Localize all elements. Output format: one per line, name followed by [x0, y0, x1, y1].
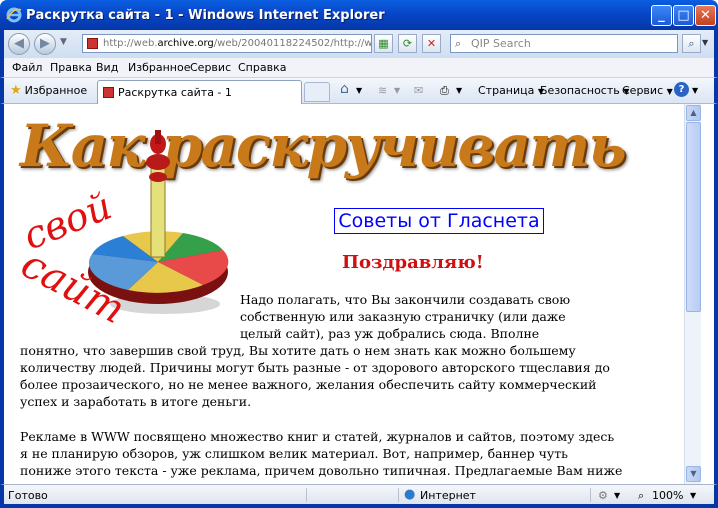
- paragraph-line: пониже этого текста - уже реклама, приче…: [20, 463, 623, 478]
- star-icon: ★: [10, 83, 22, 98]
- close-button[interactable]: ✕: [695, 5, 716, 26]
- address-toolbar: ◀ ▶ ▼ http://web.archive.org/web/2004011…: [0, 30, 718, 58]
- stop-button[interactable]: ✕: [422, 34, 441, 53]
- forward-button[interactable]: ▶: [34, 33, 56, 55]
- paragraph-line: количеству людей. Причины могут быть раз…: [20, 360, 610, 375]
- compatibility-button[interactable]: ▦: [374, 34, 393, 53]
- new-tab-button[interactable]: [304, 82, 330, 102]
- menu-view[interactable]: Вид: [96, 61, 118, 74]
- tools-dropdown-icon: ▼: [666, 87, 673, 96]
- scroll-down-arrow-icon[interactable]: ▼: [686, 466, 701, 482]
- home-dropdown-icon[interactable]: ▼: [356, 86, 362, 95]
- minimize-button[interactable]: _: [651, 5, 672, 26]
- address-prefix: http://web.: [103, 38, 158, 49]
- vertical-scrollbar[interactable]: ▲ ▼: [684, 104, 701, 484]
- glasnet-tips-link[interactable]: Советы от Гласнета: [334, 208, 544, 234]
- tab-title: Раскрутка сайта - 1: [118, 86, 232, 99]
- scroll-thumb[interactable]: [686, 122, 701, 312]
- paragraph-line: успех и заработать в итоге деньги.: [20, 394, 252, 409]
- paragraph-line: собственную или заказную страничку (или …: [240, 309, 566, 324]
- address-input[interactable]: http://web.archive.org/web/2004011822450…: [82, 34, 372, 53]
- menu-file[interactable]: Файл: [12, 61, 42, 74]
- help-icon[interactable]: ?: [674, 82, 689, 97]
- feeds-dropdown-icon[interactable]: ▼: [394, 86, 400, 95]
- paragraph-line: Надо полагать, что Вы закончили создават…: [240, 292, 571, 307]
- search-icon: ⌕: [455, 37, 462, 50]
- address-suffix: /web/20040118224502/http://www: [213, 38, 372, 49]
- menu-help[interactable]: Справка: [238, 61, 286, 74]
- menu-bar: Файл Правка Вид Избранное Сервис Справка: [0, 58, 718, 78]
- history-dropdown-icon[interactable]: ▼: [60, 37, 67, 47]
- menu-edit[interactable]: Правка: [50, 61, 92, 74]
- search-placeholder: QIP Search: [471, 37, 531, 50]
- forward-arrow-icon: ▶: [40, 36, 50, 51]
- safety-menu-label: Безопасность: [540, 84, 620, 97]
- search-input[interactable]: ⌕ QIP Search: [450, 34, 678, 53]
- scroll-up-arrow-icon[interactable]: ▲: [686, 105, 701, 121]
- status-divider: [590, 488, 591, 502]
- tools-menu-label: Сервис: [622, 84, 664, 97]
- help-dropdown-icon[interactable]: ▼: [692, 86, 698, 95]
- back-button[interactable]: ◀: [8, 33, 30, 55]
- command-bar: ★ Избранное Раскрутка сайта - 1 ⌂ ▼ ≋ ▼ ✉…: [0, 78, 718, 104]
- print-dropdown-icon[interactable]: ▼: [456, 86, 462, 95]
- tab-active[interactable]: Раскрутка сайта - 1: [97, 80, 302, 104]
- ie-logo-icon: [6, 7, 22, 23]
- favorites-button[interactable]: ★ Избранное: [10, 83, 87, 98]
- browser-viewport: Как раскручивать свой сайт Советы от Гла…: [0, 104, 718, 484]
- favorites-label: Избранное: [24, 84, 88, 97]
- maximize-button[interactable]: □: [673, 5, 694, 26]
- back-arrow-icon: ◀: [14, 36, 24, 51]
- magnifier-icon: ⌕: [688, 37, 695, 50]
- protected-dropdown-icon[interactable]: ▼: [614, 491, 620, 500]
- paragraph-line: более прозаического, но не менее важного…: [20, 377, 597, 392]
- paragraph-line: я не планирую обзоров, уж слишком велик …: [20, 446, 568, 461]
- refresh-icon: ⟳: [402, 37, 413, 50]
- page-menu-button[interactable]: Страница ▼: [478, 84, 544, 97]
- menu-tools[interactable]: Сервис: [190, 61, 231, 74]
- home-icon[interactable]: ⌂: [340, 81, 349, 97]
- print-icon[interactable]: ⎙: [440, 84, 449, 98]
- tools-menu-button[interactable]: Сервис ▼: [622, 84, 673, 97]
- page-favicon-icon: [87, 38, 98, 49]
- status-divider: [306, 488, 307, 502]
- menu-favorites[interactable]: Избранное: [128, 61, 190, 74]
- search-go-button[interactable]: ⌕: [682, 34, 701, 53]
- zoom-icon[interactable]: ⌕: [638, 489, 644, 503]
- refresh-button[interactable]: ⟳: [398, 34, 417, 53]
- mail-icon[interactable]: ✉: [414, 84, 423, 97]
- internet-globe-icon: ●: [404, 487, 416, 502]
- status-text: Готово: [8, 489, 48, 502]
- feeds-icon[interactable]: ≋: [378, 84, 387, 97]
- zoom-level[interactable]: 100%: [652, 489, 683, 502]
- paragraph-line: Рекламе в WWW посвящено множество книг и…: [20, 429, 615, 444]
- address-host: archive.org: [157, 38, 214, 49]
- tab-favicon-icon: [103, 87, 114, 98]
- search-options-icon[interactable]: ▼: [702, 38, 708, 47]
- page-menu-label: Страница: [478, 84, 535, 97]
- zoom-dropdown-icon[interactable]: ▼: [690, 491, 696, 500]
- congrats-heading: Поздравляю!: [342, 252, 484, 273]
- protected-mode-icon[interactable]: ⚙: [598, 489, 608, 502]
- paragraph-line: понятно, что завершив свой труд, Вы хоти…: [20, 343, 576, 358]
- title-bar: Раскрутка сайта - 1 - Windows Internet E…: [0, 0, 718, 30]
- status-divider: [398, 488, 399, 502]
- safety-menu-button[interactable]: Безопасность ▼: [540, 84, 629, 97]
- status-bar: Готово ● Интернет ⚙ ▼ ⌕ 100% ▼: [0, 484, 718, 508]
- stop-icon: ✕: [426, 37, 437, 50]
- security-zone: Интернет: [420, 489, 476, 502]
- paragraph-line: целый сайт), раз уж добрались сюда. Впол…: [240, 326, 540, 341]
- window-title: Раскрутка сайта - 1 - Windows Internet E…: [26, 8, 385, 23]
- page-content: Как раскручивать свой сайт Советы от Гла…: [8, 104, 701, 484]
- compat-icon: ▦: [378, 37, 389, 50]
